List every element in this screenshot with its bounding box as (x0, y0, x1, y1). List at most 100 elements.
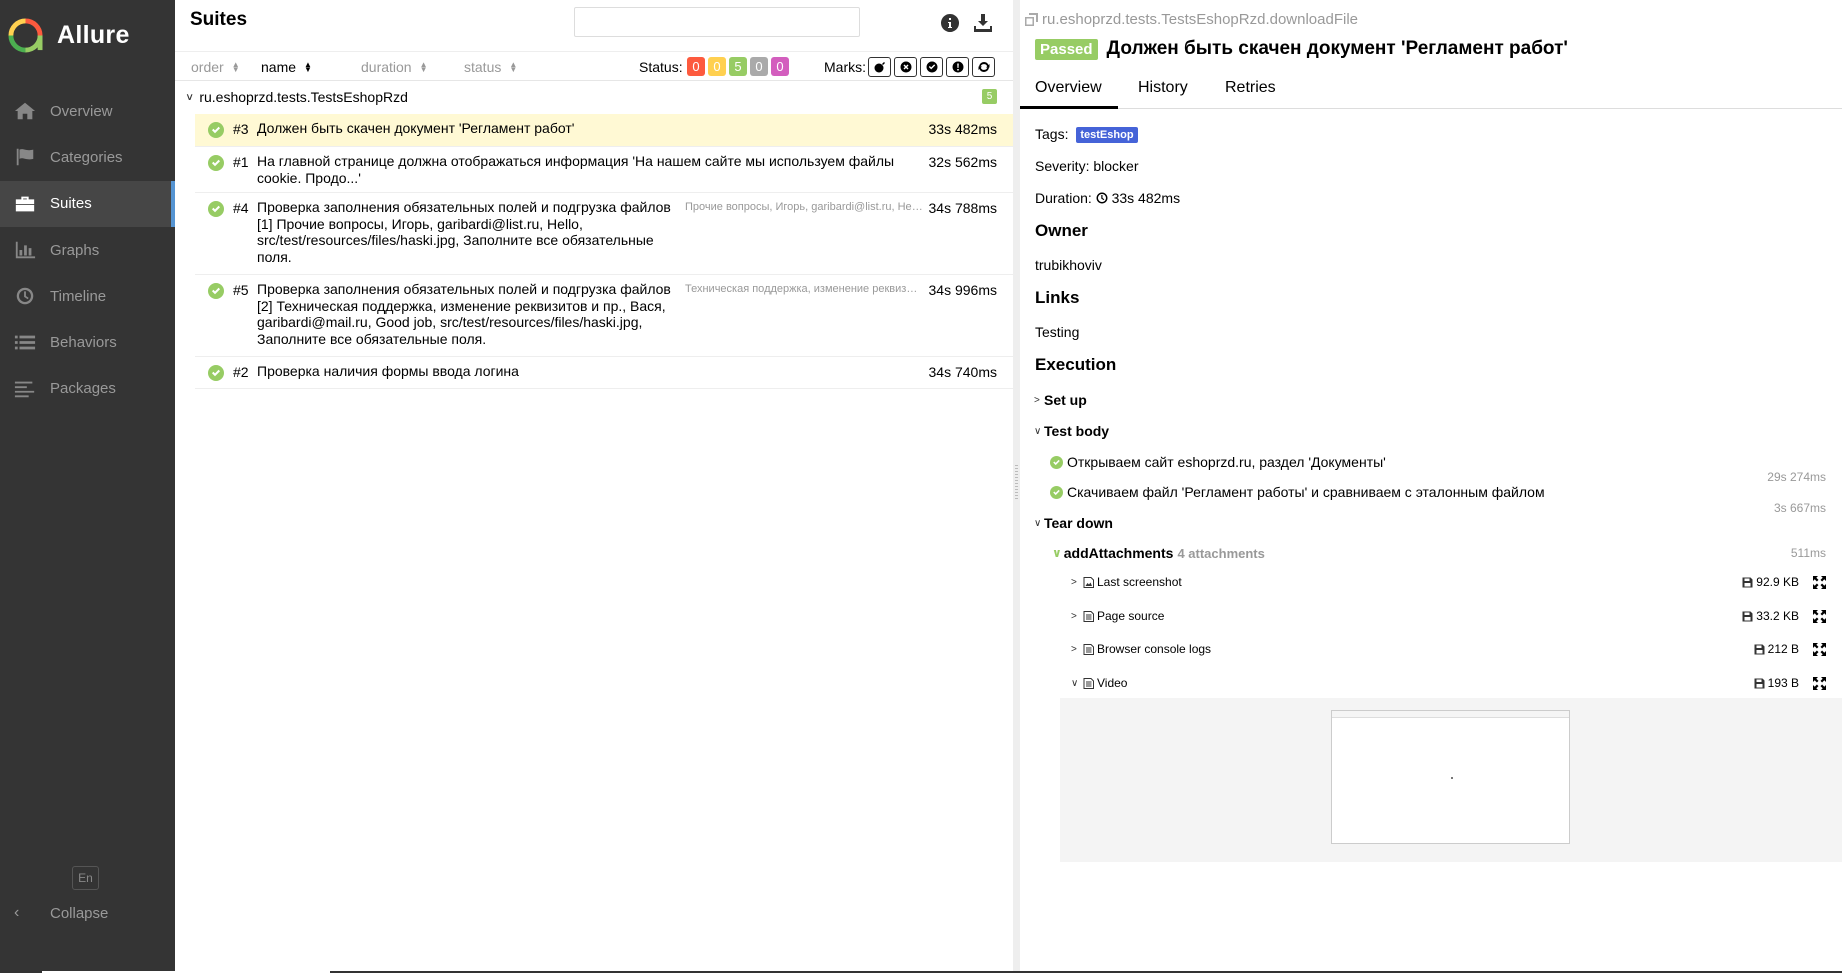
sidebar-item-packages[interactable]: Packages (0, 366, 175, 412)
sort-bar: order ▲ ▼ name ▲ ▼ duration ▲ ▼ status ▲ ▼ S… (175, 51, 1013, 81)
brand-name: Allure (57, 21, 130, 49)
setup-toggle[interactable]: > Set up (1034, 392, 1087, 408)
sidebar: Allure Overview Categories Suites Graphs (0, 0, 175, 971)
pane-splitter[interactable] (1013, 0, 1020, 971)
sort-by-status[interactable]: status ▲ ▼ (464, 59, 517, 75)
chevron-down-icon: ∨ (1052, 546, 1062, 560)
attachment-name: Video (1097, 676, 1128, 690)
sort-by-duration[interactable]: duration ▲ ▼ (361, 59, 428, 75)
attachment-name: Last screenshot (1097, 575, 1182, 589)
new-broken-mark-toggle[interactable] (946, 57, 969, 77)
language-switch[interactable]: En (72, 866, 99, 890)
sort-by-name[interactable]: name ▲ ▼ (261, 59, 312, 75)
video-browser-bar (1332, 711, 1569, 718)
expand-icon[interactable] (1813, 609, 1826, 623)
attachment-size: 212 B (1754, 642, 1799, 656)
attachments-group[interactable]: ∨ addAttachments 4 attachments 511ms (1052, 545, 1842, 561)
sidebar-item-categories[interactable]: Categories (0, 134, 175, 180)
attachments-duration: 511ms (1790, 546, 1826, 560)
sidebar-item-label: Categories (50, 148, 123, 166)
collapse-button[interactable]: ‹ Collapse (14, 904, 108, 922)
expand-icon[interactable] (1813, 642, 1826, 656)
status-filter: 0 0 5 0 0 (687, 57, 789, 76)
step-row[interactable]: Открываем сайт eshoprzd.ru, раздел 'Доку… (1050, 454, 1386, 470)
expand-icon[interactable] (1813, 676, 1826, 690)
suite-group-name: ru.eshoprzd.tests.TestsEshopRzd (199, 89, 408, 105)
save-icon (1742, 577, 1753, 587)
attachment-size-value: 212 B (1767, 642, 1799, 656)
passed-status-icon (208, 155, 224, 171)
test-detail-title: Должен быть скачен документ 'Регламент р… (1106, 38, 1568, 59)
test-duration: 33s 482ms (928, 121, 997, 137)
status-skipped-toggle[interactable]: 0 (750, 57, 768, 76)
chevron-left-icon: ‹ (14, 904, 20, 921)
chevron-right-icon: > (1034, 394, 1040, 406)
test-row[interactable]: #1 На главной странице должна отображать… (195, 147, 1013, 193)
sidebar-item-suites[interactable]: Suites (0, 180, 175, 228)
step-row[interactable]: Скачиваем файл 'Регламент работы' и срав… (1050, 484, 1545, 500)
sort-arrows-icon: ▲ ▼ (419, 60, 428, 74)
test-duration: 34s 740ms (928, 364, 997, 380)
sidebar-item-label: Suites (50, 195, 92, 213)
sidebar-item-behaviors[interactable]: Behaviors (0, 319, 175, 365)
brand[interactable]: Allure (8, 18, 130, 53)
tab-history[interactable]: History (1138, 79, 1188, 97)
marks-filter (868, 57, 995, 77)
new-passed-mark-toggle[interactable] (920, 57, 943, 77)
align-left-icon (14, 379, 36, 399)
status-passed-toggle[interactable]: 5 (729, 57, 747, 76)
flaky-mark-toggle[interactable] (868, 57, 891, 77)
attachment-row[interactable]: > Browser console logs 212 B (1071, 639, 1842, 659)
sidebar-item-overview[interactable]: Overview (0, 88, 175, 134)
suite-group-row[interactable]: ∨ ru.eshoprzd.tests.TestsEshopRzd 5 (175, 84, 1013, 110)
test-parameters: Прочие вопросы, Игорь, garibardi@list.ru… (685, 201, 923, 213)
test-body-label: Test body (1044, 423, 1110, 439)
link-testing[interactable]: Testing (1035, 324, 1079, 340)
test-row[interactable]: #3 Должен быть скачен документ 'Регламен… (195, 114, 1013, 147)
test-parameters: Техническая поддержка, изменение реквизи… (685, 283, 923, 295)
video-player[interactable] (1331, 710, 1570, 844)
chevron-right-icon: > (1071, 643, 1077, 655)
breadcrumb[interactable]: ru.eshoprzd.tests.TestsEshopRzd.download… (1025, 11, 1358, 28)
tab-overview[interactable]: Overview (1020, 79, 1118, 109)
passed-status-icon (208, 365, 224, 381)
execution-heading: Execution (1035, 355, 1117, 374)
attachment-row[interactable]: > Page source 33.2 KB (1071, 606, 1842, 626)
attachment-row[interactable]: > Last screenshot 92.9 KB (1071, 572, 1842, 592)
info-icon[interactable] (940, 13, 960, 33)
sidebar-item-graphs[interactable]: Graphs (0, 227, 175, 273)
links-heading: Links (1035, 288, 1080, 307)
test-body-toggle[interactable]: ∨ Test body (1034, 423, 1109, 439)
step-duration: 3s 667ms (1773, 501, 1826, 515)
tab-retries[interactable]: Retries (1225, 79, 1276, 97)
status-unknown-toggle[interactable]: 0 (771, 57, 789, 76)
attachment-size: 92.9 KB (1742, 575, 1799, 589)
check-circle-icon (926, 61, 938, 73)
test-row[interactable]: #4 Проверка заполнения обязательных поле… (195, 193, 1013, 275)
owner-value: trubikhoviv (1035, 257, 1102, 273)
download-icon[interactable] (973, 13, 993, 33)
status-broken-toggle[interactable]: 0 (708, 57, 726, 76)
status-filter-label: Status: (639, 59, 683, 75)
test-row[interactable]: #5 Проверка заполнения обязательных поле… (195, 275, 1013, 357)
sort-label: order (191, 59, 224, 75)
new-failed-mark-toggle[interactable] (894, 57, 917, 77)
expand-icon[interactable] (1813, 575, 1826, 589)
retries-mark-toggle[interactable] (972, 57, 995, 77)
tag-chip[interactable]: testEshop (1076, 127, 1138, 143)
attachment-size: 33.2 KB (1742, 609, 1799, 623)
teardown-toggle[interactable]: ∨ Tear down (1034, 515, 1113, 531)
attachment-row[interactable]: ∨ Video 193 B (1071, 673, 1842, 693)
test-row[interactable]: #2 Проверка наличия формы ввода логина 3… (195, 357, 1013, 389)
search-input[interactable] (574, 7, 860, 37)
briefcase-icon (14, 194, 36, 214)
status-failed-toggle[interactable]: 0 (687, 57, 705, 76)
flag-icon (14, 147, 36, 167)
suites-pane: Suites order ▲ ▼ name ▲ ▼ duration ▲ ▼ stat… (175, 0, 1013, 971)
test-duration: 34s 788ms (928, 200, 997, 216)
sidebar-item-timeline[interactable]: Timeline (0, 273, 175, 319)
passed-status-icon (1050, 485, 1063, 499)
collapse-label: Collapse (50, 904, 109, 922)
sidebar-item-label: Behaviors (50, 334, 117, 352)
sort-by-order[interactable]: order ▲ ▼ (191, 59, 240, 75)
